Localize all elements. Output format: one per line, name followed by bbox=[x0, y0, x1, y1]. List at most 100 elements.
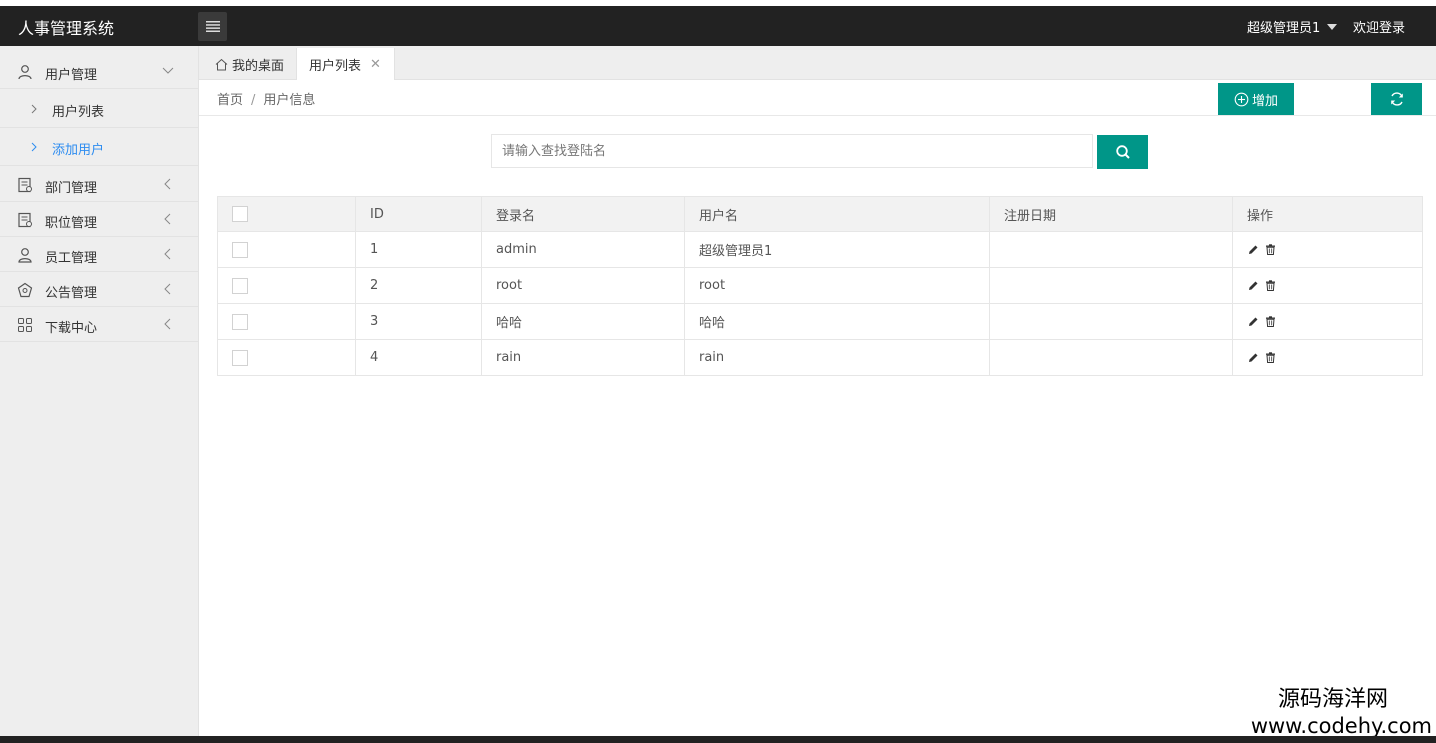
select-all-checkbox[interactable] bbox=[232, 206, 248, 222]
row-select-cell bbox=[217, 231, 356, 268]
row-select-cell bbox=[217, 267, 356, 304]
app-title: 人事管理系统 bbox=[18, 19, 115, 38]
sidebar-item-notice-management[interactable]: 公告管理 bbox=[0, 272, 199, 307]
sidebar-subitem-user-list[interactable]: 用户列表 bbox=[0, 90, 199, 128]
sidebar-subitem-label: 用户列表 bbox=[52, 105, 105, 120]
column-header-username: 用户名 bbox=[684, 196, 990, 232]
sidebar-item-label: 部门管理 bbox=[45, 181, 98, 196]
row-checkbox[interactable] bbox=[232, 241, 248, 258]
trash-icon[interactable] bbox=[1265, 280, 1276, 291]
column-header-login: 登录名 bbox=[481, 196, 685, 232]
top-header: 人事管理系统 超级管理员1 欢迎登录 bbox=[0, 6, 1436, 46]
search-input[interactable] bbox=[491, 134, 1093, 168]
cell-username: root bbox=[684, 267, 990, 304]
cell-id: 2 bbox=[355, 267, 482, 304]
menu-toggle-button[interactable] bbox=[198, 12, 227, 41]
sidebar-subitem-add-user[interactable]: 添加用户 bbox=[0, 128, 199, 166]
trash-icon[interactable] bbox=[1265, 316, 1276, 327]
breadcrumb-bar: 首页 / 用户信息 增加 bbox=[199, 80, 1436, 116]
edit-icon[interactable] bbox=[1248, 316, 1259, 327]
cell-username: 哈哈 bbox=[684, 303, 990, 340]
table-header-row: ID 登录名 用户名 注册日期 操作 bbox=[217, 196, 1423, 232]
cell-login: rain bbox=[481, 339, 685, 376]
sidebar-subitem-label: 添加用户 bbox=[52, 143, 105, 158]
row-select-cell bbox=[217, 339, 356, 376]
chevron-right-icon bbox=[31, 142, 37, 152]
edit-icon[interactable] bbox=[1248, 244, 1259, 255]
cell-date bbox=[989, 231, 1233, 268]
row-select-cell bbox=[217, 303, 356, 340]
search-icon bbox=[1115, 145, 1130, 159]
chevron-down-icon bbox=[162, 67, 174, 74]
cell-login: root bbox=[481, 267, 685, 304]
trash-icon[interactable] bbox=[1265, 352, 1276, 363]
tab-label: 我的桌面 bbox=[232, 58, 285, 74]
sidebar-item-department-management[interactable]: 部门管理 bbox=[0, 167, 199, 202]
add-button-label: 增加 bbox=[1251, 92, 1278, 108]
column-header-date: 注册日期 bbox=[989, 196, 1233, 232]
cell-date bbox=[989, 303, 1233, 340]
watermark-url: www.codehy.com bbox=[1250, 714, 1432, 738]
watermark-cn: 源码海洋网 bbox=[1277, 687, 1388, 712]
chevron-left-icon bbox=[164, 178, 171, 190]
position-icon bbox=[18, 212, 32, 228]
sidebar-item-label: 下载中心 bbox=[45, 321, 98, 336]
tab-my-desktop[interactable]: 我的桌面 bbox=[202, 48, 296, 80]
edit-icon[interactable] bbox=[1248, 352, 1259, 363]
sidebar-item-position-management[interactable]: 职位管理 bbox=[0, 202, 199, 237]
sidebar-item-employee-management[interactable]: 员工管理 bbox=[0, 237, 199, 272]
sidebar-item-download-center[interactable]: 下载中心 bbox=[0, 307, 199, 342]
row-checkbox[interactable] bbox=[232, 349, 248, 366]
cell-username: rain bbox=[684, 339, 990, 376]
row-checkbox[interactable] bbox=[232, 313, 248, 330]
cell-username: 超级管理员1 bbox=[684, 231, 990, 268]
refresh-button[interactable] bbox=[1371, 83, 1422, 115]
cell-actions bbox=[1232, 339, 1423, 376]
department-icon bbox=[18, 177, 32, 193]
user-icon bbox=[18, 65, 32, 80]
sidebar-item-label: 员工管理 bbox=[45, 251, 98, 266]
cell-login: 哈哈 bbox=[481, 303, 685, 340]
sidebar-item-label: 用户管理 bbox=[45, 68, 98, 83]
watermark: 源码海洋网 www.codehy.com bbox=[1226, 686, 1436, 738]
sidebar-item-label: 公告管理 bbox=[45, 286, 98, 301]
download-grid-icon bbox=[18, 318, 32, 332]
cell-actions bbox=[1232, 231, 1423, 268]
breadcrumb: 首页 / 用户信息 bbox=[217, 89, 315, 108]
home-icon bbox=[215, 58, 228, 70]
employee-icon bbox=[18, 248, 32, 263]
add-circle-icon bbox=[1234, 92, 1249, 106]
breadcrumb-home[interactable]: 首页 bbox=[217, 93, 243, 108]
bottom-strip bbox=[0, 736, 1436, 743]
login-welcome-link[interactable]: 欢迎登录 bbox=[1353, 17, 1405, 36]
sidebar-item-user-management[interactable]: 用户管理 bbox=[0, 54, 199, 89]
cell-actions bbox=[1232, 267, 1423, 304]
breadcrumb-current: 用户信息 bbox=[263, 93, 316, 108]
breadcrumb-separator: / bbox=[251, 93, 256, 108]
table-row: 3 哈哈 哈哈 bbox=[217, 303, 1423, 340]
select-all-cell bbox=[217, 196, 356, 232]
cell-id: 1 bbox=[355, 231, 482, 268]
cell-date bbox=[989, 267, 1233, 304]
cell-login: admin bbox=[481, 231, 685, 268]
cell-id: 4 bbox=[355, 339, 482, 376]
add-button[interactable]: 增加 bbox=[1218, 83, 1294, 115]
user-name: 超级管理员1 bbox=[1247, 21, 1321, 36]
table-row: 4 rain rain bbox=[217, 339, 1423, 376]
edit-icon[interactable] bbox=[1248, 280, 1259, 291]
search-button[interactable] bbox=[1097, 135, 1148, 169]
tab-label: 用户列表 bbox=[309, 59, 362, 74]
tab-user-list[interactable]: 用户列表 ✕ bbox=[296, 48, 395, 81]
user-menu[interactable]: 超级管理员1 bbox=[1247, 17, 1338, 36]
column-header-actions: 操作 bbox=[1232, 196, 1423, 232]
row-checkbox[interactable] bbox=[232, 277, 248, 294]
close-icon[interactable]: ✕ bbox=[370, 57, 381, 72]
chevron-left-icon bbox=[164, 248, 171, 260]
user-table: ID 登录名 用户名 注册日期 操作 1 admin 超级管理员1 2 root… bbox=[217, 196, 1423, 376]
table-row: 2 root root bbox=[217, 267, 1423, 304]
cell-id: 3 bbox=[355, 303, 482, 340]
trash-icon[interactable] bbox=[1265, 244, 1276, 255]
sidebar: 用户管理 用户列表 添加用户 部门管理 职位管理 员工管理 公告管理 下载中心 bbox=[0, 46, 199, 736]
column-header-id: ID bbox=[355, 196, 482, 232]
refresh-icon bbox=[1390, 92, 1403, 106]
